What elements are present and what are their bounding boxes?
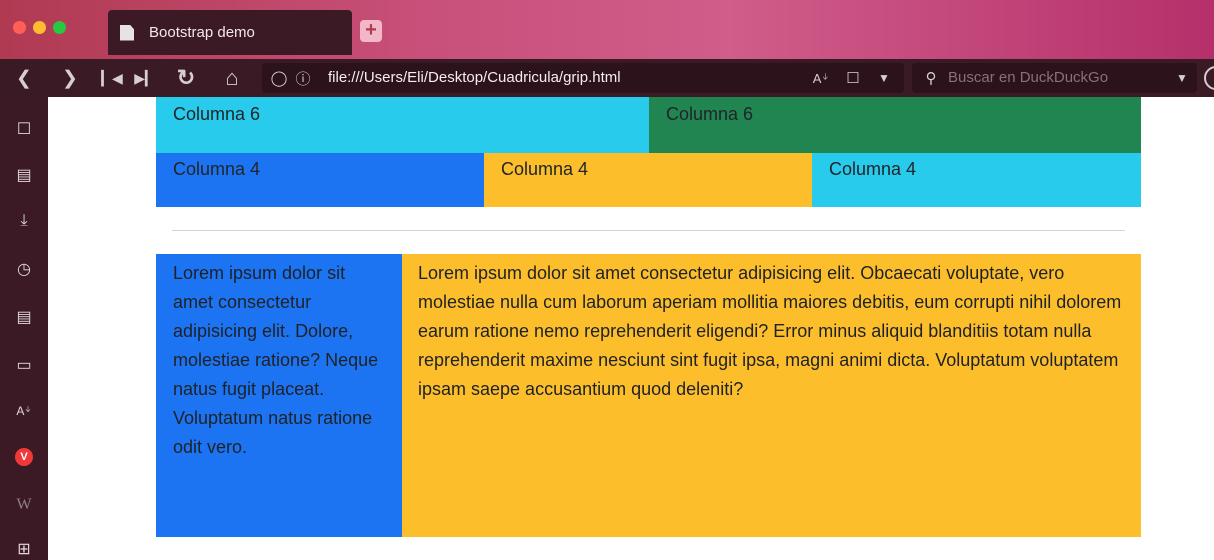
navigation-toolbar: ❮ ❯ ▎◀ ▶▎ ↻ ⌂ ◯ ⓘ file:///Users/Eli/Desk… — [0, 59, 1214, 97]
document-icon — [120, 24, 134, 41]
history-icon[interactable]: ◷ — [8, 253, 40, 285]
tab-bar: Bootstrap demo + — [0, 0, 1214, 59]
main-column-text: Lorem ipsum dolor sit amet consectetur a… — [402, 254, 1141, 537]
column-4-c: Columna 4 — [812, 153, 1141, 207]
fast-forward-icon[interactable]: ▶▎ — [134, 59, 156, 97]
minimize-window-button[interactable] — [33, 21, 46, 34]
url-text[interactable]: file:///Users/Eli/Desktop/Cuadricula/gri… — [328, 69, 621, 86]
rewind-icon[interactable]: ▎◀ — [101, 59, 123, 97]
column-6-b: Columna 6 — [649, 97, 1141, 153]
profile-icon[interactable] — [1204, 66, 1214, 90]
new-tab-button[interactable]: + — [360, 20, 382, 42]
downloads-icon[interactable]: ⤓ — [8, 205, 40, 237]
forward-icon[interactable]: ❯ — [60, 59, 80, 97]
translate-icon[interactable]: Aᛎ — [8, 395, 40, 427]
divider — [172, 230, 1125, 231]
chevron-down-icon[interactable]: ▼ — [876, 63, 892, 93]
bookmark-icon[interactable]: ☐ — [8, 113, 40, 145]
zoom-window-button[interactable] — [53, 21, 66, 34]
tab-title: Bootstrap demo — [149, 24, 255, 41]
wikipedia-icon[interactable]: W — [8, 489, 40, 521]
vivaldi-icon[interactable]: V — [8, 441, 40, 473]
back-icon[interactable]: ❮ — [14, 59, 34, 97]
home-icon[interactable]: ⌂ — [220, 59, 244, 97]
window-icon[interactable]: ▭ — [8, 349, 40, 381]
search-bar[interactable]: ⚲ Buscar en DuckDuckGo ▼ — [912, 63, 1197, 93]
notes-icon[interactable]: ▤ — [8, 301, 40, 333]
address-bar[interactable]: ◯ ⓘ file:///Users/Eli/Desktop/Cuadricula… — [262, 63, 904, 93]
column-4-b: Columna 4 — [484, 153, 812, 207]
page-content: Columna 6 Columna 6 Columna 4 Columna 4 … — [48, 97, 1214, 560]
search-input[interactable]: Buscar en DuckDuckGo — [948, 69, 1108, 86]
translate-icon[interactable]: Aᛎ — [810, 63, 832, 93]
tab-bootstrap-demo[interactable]: Bootstrap demo — [108, 10, 352, 55]
search-engine-dropdown-icon[interactable]: ▼ — [1174, 63, 1190, 93]
side-column-text: Lorem ipsum dolor sit amet consectetur a… — [156, 254, 402, 537]
reload-icon[interactable]: ↻ — [174, 59, 198, 97]
close-window-button[interactable] — [13, 21, 26, 34]
info-icon[interactable]: ⓘ — [294, 63, 312, 93]
search-icon[interactable]: ⚲ — [920, 63, 942, 93]
side-panel: ☐ ▤ ⤓ ◷ ▤ ▭ Aᛎ V W ⊞ — [0, 97, 48, 560]
add-panel-icon[interactable]: ⊞ — [8, 533, 40, 560]
reader-icon[interactable]: ▤ — [8, 159, 40, 191]
column-4-a: Columna 4 — [156, 153, 484, 207]
bookmark-icon[interactable]: ☐ — [844, 63, 862, 93]
shield-icon[interactable]: ◯ — [270, 63, 288, 93]
column-6-a: Columna 6 — [156, 97, 649, 153]
